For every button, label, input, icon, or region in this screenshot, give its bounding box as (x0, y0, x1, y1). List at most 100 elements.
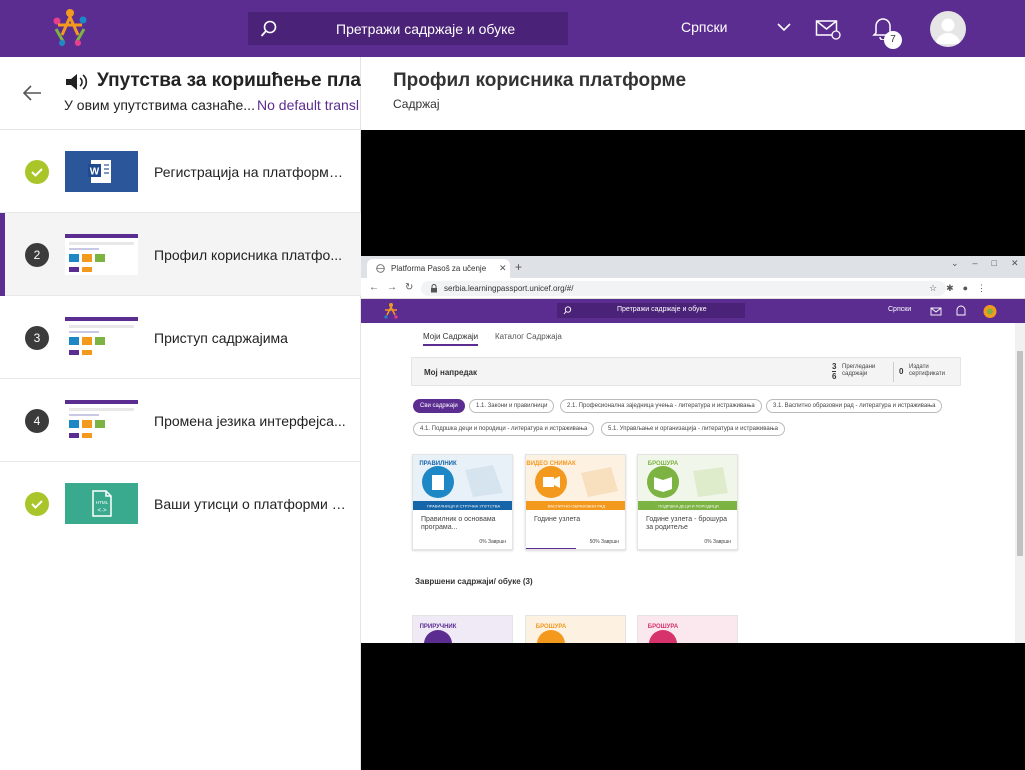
step-number-badge: 2 (25, 243, 49, 267)
certificates-label: Издати сертификати (909, 364, 945, 377)
filter-chip: 1.1. Закони и правилници (469, 399, 555, 413)
viewed-total-value: 6 (832, 372, 837, 381)
notification-count-badge[interactable]: 7 (884, 31, 902, 49)
outline-item-label: Приступ садржајима (154, 330, 288, 346)
card-strip-label: ПРАВИЛНИЦИ И СТРУЧНА УПУТСТВА (427, 504, 501, 509)
card-badge-label: БРОШУРА (648, 624, 679, 630)
outline-item-label: Промена језика интерфејса... (154, 413, 346, 429)
browser-tab-title: Platforma Pasoš za učenje (391, 264, 487, 273)
filter-chip: 4.1. Подршка деци и породици - литератур… (413, 422, 595, 436)
card-strip-label: ВАСПИТНО-ОБРАЗОВНИ РАД (548, 504, 606, 509)
step-number-badge: 3 (25, 326, 49, 350)
speaker-icon[interactable] (64, 71, 90, 93)
card-badge-label: БРОШУРА (648, 461, 679, 467)
viewed-count: 3 6 (832, 362, 837, 381)
search-placeholder: Претражи садржаје и обуке (336, 21, 516, 37)
search-box[interactable]: Претражи садржаје и обуке (248, 12, 568, 45)
brochure-card-image: БРОШУРА (526, 616, 625, 643)
outline-item-user-profile[interactable]: 2 Профил корисника платфо... (0, 213, 361, 296)
user-icon (936, 18, 960, 44)
word-document-icon: W (65, 151, 138, 192)
window-controls-icon: ⌄–□✕ (951, 258, 1025, 268)
browser-address-bar: ←→↻ serbia.learningpassport.unicef.org/#… (361, 278, 1025, 299)
filter-chip: 3.1. Васпитно образовни рад - литература… (766, 399, 943, 413)
active-indicator (0, 213, 5, 296)
card-badge-label: ПРАВИЛНИК (419, 461, 457, 467)
card-progress-bar (526, 548, 576, 549)
card-badge-label: БРОШУРА (536, 624, 567, 630)
learning-passport-logo (384, 303, 398, 319)
browser-nav-icon: ←→↻ (369, 282, 422, 293)
back-arrow-icon[interactable] (22, 84, 42, 102)
browser-tab-strip: Platforma Pasoš za učenje ✕ + ⌄–□✕ (361, 256, 1025, 278)
browser-tab: Platforma Pasoš za učenje ✕ (367, 259, 510, 278)
lock-icon (431, 284, 437, 293)
site-header-icons (930, 305, 997, 318)
filter-chip: 5.1. Управљање и организација - литерату… (601, 422, 785, 436)
site-progress-panel: Мој напредак 3 6 Прегледани садржаји 0 И… (411, 357, 961, 386)
progress-divider (893, 362, 894, 382)
content-card: ВИДЕО СНИМАК ВАСПИТНО-ОБРАЗОВНИ РАД Годи… (525, 454, 626, 550)
viewed-count-value: 3 (832, 362, 837, 372)
handbook-card-image: ПРИРУЧНИК (413, 616, 512, 643)
card-progress: 0% Завршн (479, 539, 506, 545)
svg-text:<·>: <·> (97, 508, 107, 514)
svg-text:W: W (90, 167, 100, 178)
completed-card: ПРИРУЧНИК (412, 615, 513, 643)
translation-note[interactable]: No default transl (257, 97, 359, 113)
user-avatar[interactable] (930, 11, 966, 47)
video-card-image: ВИДЕО СНИМАК ВАСПИТНО-ОБРАЗОВНИ РАД (526, 455, 625, 510)
site-search-box: Претражи садржаје и обуке (557, 303, 745, 318)
browser-extension-icons: ☆✱●⋮ (929, 283, 996, 293)
svg-text:HTML: HTML (96, 500, 109, 505)
mail-settings-icon[interactable] (815, 18, 841, 40)
filter-chip: 2.1. Професионална заједница учења - лит… (560, 399, 762, 413)
outline-item-registration[interactable]: W Регистрација на платформу... (0, 130, 361, 213)
card-progress: 0% Завршн (704, 539, 731, 545)
language-selector[interactable]: Српски (681, 19, 727, 35)
embedded-browser-screenshot: Platforma Pasoš za učenje ✕ + ⌄–□✕ ←→↻ s… (361, 256, 1025, 643)
course-description: У овим упутствима сазнаће... (64, 97, 255, 113)
content-subtitle: Садржај (393, 97, 440, 111)
content-viewer[interactable]: Platforma Pasoš za učenje ✕ + ⌄–□✕ ←→↻ s… (361, 130, 1025, 770)
outline-item-label: Ваши утисци о платформи -... (154, 496, 346, 512)
site-scrollbar-thumb (1017, 351, 1023, 556)
screenshot-thumbnail (65, 317, 138, 358)
progress-title: Мој напредак (424, 368, 477, 377)
chevron-down-icon[interactable] (776, 21, 792, 33)
step-number-badge: 4 (25, 409, 49, 433)
course-title: Упутства за коришћење пла (97, 70, 361, 91)
course-header: Упутства за коришћење пла У овим упутств… (0, 57, 361, 130)
course-outline-panel: Упутства за коришћење пла У овим упутств… (0, 57, 361, 770)
site-header: Претражи садржаје и обуке Српски (361, 299, 1025, 323)
learning-passport-logo[interactable] (48, 5, 92, 51)
viewed-label: Прегледани садржаји (842, 364, 876, 377)
card-badge-label: ВИДЕО СНИМАК (526, 461, 576, 467)
completed-card: БРОШУРА (525, 615, 626, 643)
card-title: Правилник о основама програма... (421, 516, 496, 531)
card-title: Године узлета (534, 516, 581, 523)
content-card: ПРАВИЛНИК ПРАВИЛНИЦИ И СТРУЧНА УПУТСТВА … (412, 454, 513, 550)
outline-item-feedback[interactable]: HTML <·> Ваши утисци о платформи -... (0, 462, 361, 545)
completed-check-icon (25, 160, 49, 184)
globe-icon (376, 264, 385, 273)
search-icon (260, 20, 277, 37)
content-title: Профил корисника платформе (393, 70, 687, 91)
browser-url-field: serbia.learningpassport.unicef.org/#/ (421, 281, 946, 296)
outline-item-label: Профил корисника платфо... (154, 247, 342, 263)
site-language-selector: Српски (888, 306, 912, 313)
search-icon (563, 306, 572, 315)
outline-item-content-access[interactable]: 3 Приступ садржајима (0, 296, 361, 379)
outline-item-language-change[interactable]: 4 Промена језика интерфејса... (0, 379, 361, 462)
card-title: Године узлета - брошура за родитеље (646, 516, 727, 531)
content-header: Профил корисника платформе Садржај (361, 57, 1025, 130)
card-strip-label: ПОДРШКА ДЕЦИ И ПОРОДИЦИ (658, 504, 718, 509)
plus-icon: + (515, 260, 523, 274)
certificates-count: 0 (899, 367, 904, 376)
screenshot-thumbnail (65, 400, 138, 441)
rulebook-card-image: ПРАВИЛНИК ПРАВИЛНИЦИ И СТРУЧНА УПУТСТВА (413, 455, 512, 510)
card-progress: 50% Завршн (589, 539, 619, 545)
close-icon: ✕ (499, 263, 507, 273)
brochure-card-image: БРОШУРА (638, 616, 737, 643)
filter-chip-all: Сви садржаји (413, 399, 465, 413)
